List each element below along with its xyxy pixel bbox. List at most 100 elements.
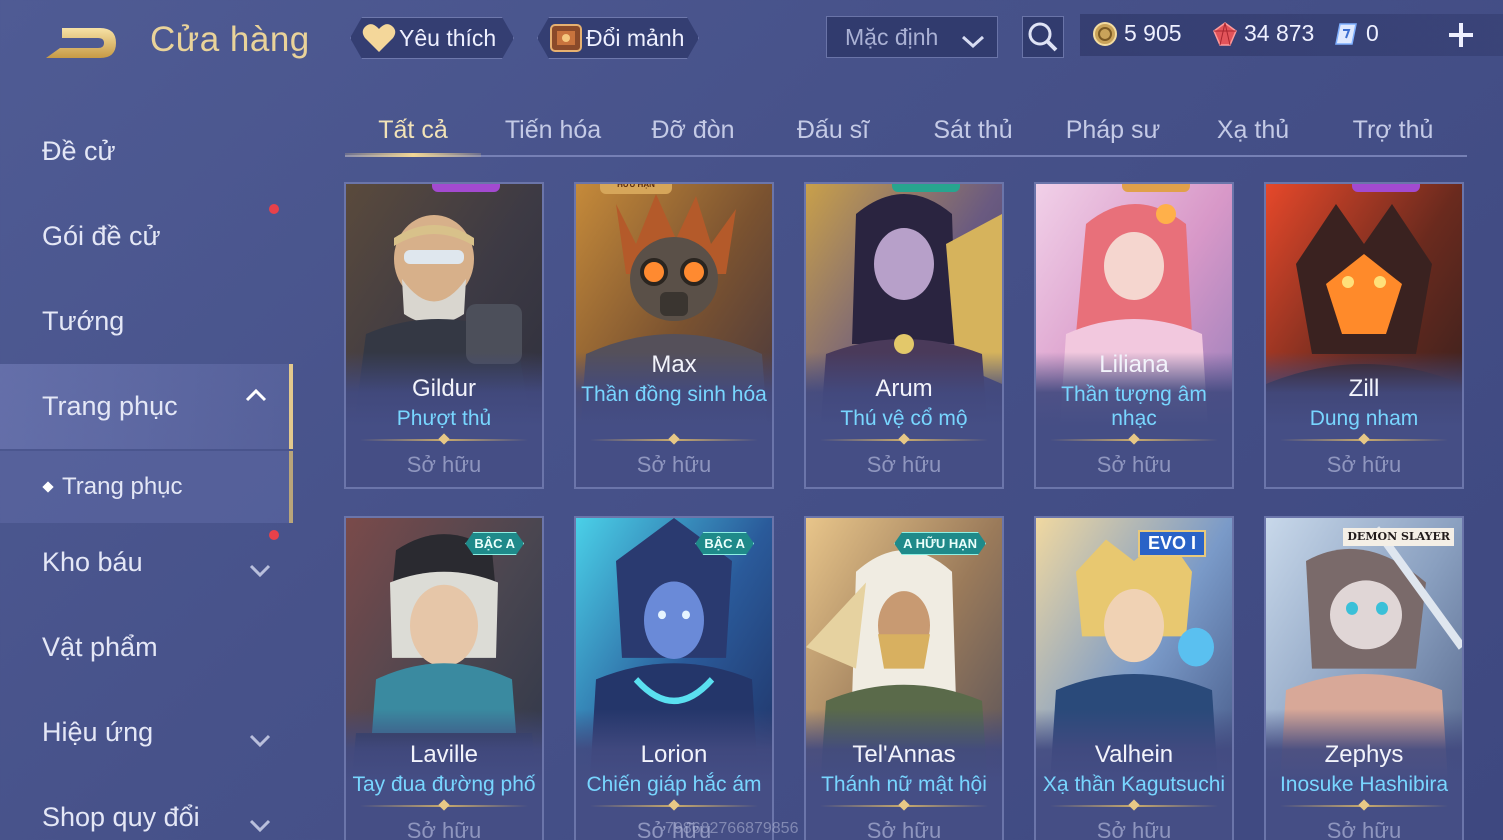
- category-tabs: Tất cả Tiến hóa Đỡ đòn Đấu sĩ Sát thủ Ph…: [345, 105, 1467, 157]
- chevron-up-icon: [245, 388, 267, 412]
- ownership-status: Sở hữu: [406, 818, 482, 840]
- ownership-status: Sở hữu: [406, 452, 482, 477]
- rarity-ribbon: [1122, 184, 1190, 192]
- sidebar-item-label: Trang phục: [42, 391, 178, 421]
- top-bar: Cửa hàng Yêu thích Đổi mảnh Mặc định 5 9…: [0, 0, 1503, 80]
- chevron-down-icon: [961, 29, 985, 49]
- ownership-status: Sở hữu: [866, 818, 942, 840]
- ruby-gem-icon: [1212, 21, 1238, 47]
- sidebar-item-exchange-shop[interactable]: Shop quy đổi: [0, 775, 293, 840]
- card-divider: [590, 805, 758, 807]
- skin-card-gildur[interactable]: Gildur Phượt thủ Sở hữu: [344, 182, 544, 489]
- voucher-ticket-icon: [1334, 21, 1360, 47]
- skin-card-arum[interactable]: Arum Thú vệ cổ mộ Sở hữu: [804, 182, 1004, 489]
- rarity-ribbon: [432, 184, 500, 192]
- skin-card-max[interactable]: HỮU HẠN Max Thần đồng sinh hóa Sở hữu: [574, 182, 774, 489]
- back-arrow-icon[interactable]: [42, 22, 122, 64]
- skin-name: Thánh nữ mật hội: [821, 773, 987, 796]
- sidebar-item-recommended-bundles[interactable]: Gói đề cử: [0, 194, 293, 279]
- sidebar-item-label: Shop quy đổi: [42, 802, 200, 832]
- hero-name: Gildur: [411, 375, 477, 402]
- hero-name: Laville: [409, 741, 479, 768]
- skin-card-valhein[interactable]: EVO I Valhein Xạ thần Kagutsuchi Sở hữu: [1034, 516, 1234, 840]
- heart-icon: [361, 21, 397, 55]
- evo-badge: EVO I: [1137, 530, 1206, 557]
- hero-name: Zill: [1348, 375, 1380, 402]
- sidebar-subitem-skins[interactable]: Trang phục: [0, 451, 293, 523]
- skin-card-zephys[interactable]: DEMON SLAYER Zephys Inosuke Hashibira Sở…: [1264, 516, 1464, 840]
- tab-support[interactable]: Trợ thủ: [1325, 105, 1461, 155]
- sidebar-item-label: Trang phục: [62, 473, 183, 500]
- notification-dot: [269, 204, 279, 214]
- sidebar-item-skins[interactable]: Trang phục: [0, 364, 293, 449]
- sort-dropdown-value: Mặc định: [845, 23, 939, 50]
- bullet-icon: [42, 481, 54, 493]
- sidebar-item-treasure[interactable]: Kho báu: [0, 520, 293, 605]
- hero-name: Valhein: [1094, 741, 1174, 768]
- rarity-ribbon: [892, 184, 960, 192]
- tab-fighter[interactable]: Đấu sĩ: [765, 105, 901, 155]
- sidebar-item-label: Hiệu ứng: [42, 717, 154, 747]
- skin-card-zill[interactable]: Zill Dung nham Sở hữu: [1264, 182, 1464, 489]
- shard-exchange-button[interactable]: Đổi mảnh: [537, 17, 699, 59]
- tab-assassin[interactable]: Sát thủ: [905, 105, 1041, 155]
- search-button[interactable]: [1022, 16, 1064, 58]
- card-divider: [820, 439, 988, 441]
- skin-name: Dung nham: [1309, 407, 1419, 430]
- sidebar-item-label: Vật phẩm: [42, 632, 158, 662]
- tier-badge: A HỮU HẠN: [894, 532, 986, 555]
- gold-amount: 5 905: [1124, 20, 1182, 46]
- skin-name: Xạ thần Kagutsuchi: [1042, 773, 1226, 796]
- ownership-status: Sở hữu: [1096, 452, 1172, 477]
- sort-dropdown[interactable]: Mặc định: [826, 16, 998, 58]
- add-currency-button[interactable]: [1446, 20, 1476, 50]
- tab-all[interactable]: Tất cả: [345, 105, 481, 157]
- shard-chest-icon: [548, 21, 584, 55]
- skin-card-lorion[interactable]: BẬC A Lorion Chiến giáp hắc ám Sở hữu: [574, 516, 774, 840]
- skin-name: Thần đồng sinh hóa: [581, 383, 767, 406]
- skin-card-liliana[interactable]: Liliana Thần tượng âm nhạc Sở hữu: [1034, 182, 1234, 489]
- tab-evolution[interactable]: Tiến hóa: [485, 105, 621, 155]
- sidebar-item-label: Gói đề cử: [42, 221, 161, 251]
- chevron-down-icon: [249, 724, 271, 748]
- ruby-balance: 34 873: [1212, 20, 1314, 47]
- card-divider: [1050, 805, 1218, 807]
- skin-name: Thần tượng âm nhạc: [1061, 383, 1207, 430]
- hero-name: Arum: [875, 375, 933, 402]
- card-divider: [360, 439, 528, 441]
- gold-balance: 5 905: [1092, 20, 1182, 47]
- sidebar-item-effects[interactable]: Hiệu ứng: [0, 690, 293, 775]
- favorites-button[interactable]: Yêu thích: [350, 17, 514, 59]
- tab-marksman[interactable]: Xạ thủ: [1185, 105, 1321, 155]
- sidebar-item-recommended[interactable]: Đề cử: [0, 109, 293, 194]
- shard-exchange-label: Đổi mảnh: [586, 24, 685, 51]
- card-divider: [590, 439, 758, 441]
- demon-slayer-logo: DEMON SLAYER: [1343, 528, 1454, 546]
- hero-name: Liliana: [1099, 351, 1169, 378]
- sidebar: Đề cử Gói đề cử Tướng Trang phục Trang p…: [0, 100, 293, 840]
- chevron-down-icon: [249, 809, 271, 833]
- skin-name: Chiến giáp hắc ám: [586, 773, 762, 796]
- skin-name: Phượt thủ: [396, 407, 492, 430]
- ruby-amount: 34 873: [1244, 20, 1315, 46]
- favorites-label: Yêu thích: [399, 24, 497, 51]
- card-divider: [1280, 439, 1448, 441]
- sidebar-item-label: Tướng: [42, 306, 125, 336]
- tab-tank[interactable]: Đỡ đòn: [625, 105, 761, 155]
- skin-card-telannas[interactable]: A HỮU HẠN Tel'Annas Thánh nữ mật hội Sở …: [804, 516, 1004, 840]
- ownership-status: Sở hữu: [866, 452, 942, 477]
- voucher-amount: 0: [1366, 20, 1379, 46]
- page-title: Cửa hàng: [150, 20, 310, 59]
- card-divider: [1280, 805, 1448, 807]
- hero-name: Zephys: [1324, 741, 1404, 768]
- sidebar-item-heroes[interactable]: Tướng: [0, 279, 293, 364]
- skin-name: Thú vệ cổ mộ: [840, 407, 968, 430]
- plus-icon: [1449, 23, 1473, 47]
- notification-dot: [269, 530, 279, 540]
- ownership-status: Sở hữu: [1326, 818, 1402, 840]
- tab-mage[interactable]: Pháp sư: [1045, 105, 1181, 155]
- card-divider: [360, 805, 528, 807]
- sidebar-item-items[interactable]: Vật phẩm: [0, 605, 293, 690]
- card-divider: [820, 805, 988, 807]
- skin-card-laville[interactable]: BẬC A Laville Tay đua đường phố Sở hữu: [344, 516, 544, 840]
